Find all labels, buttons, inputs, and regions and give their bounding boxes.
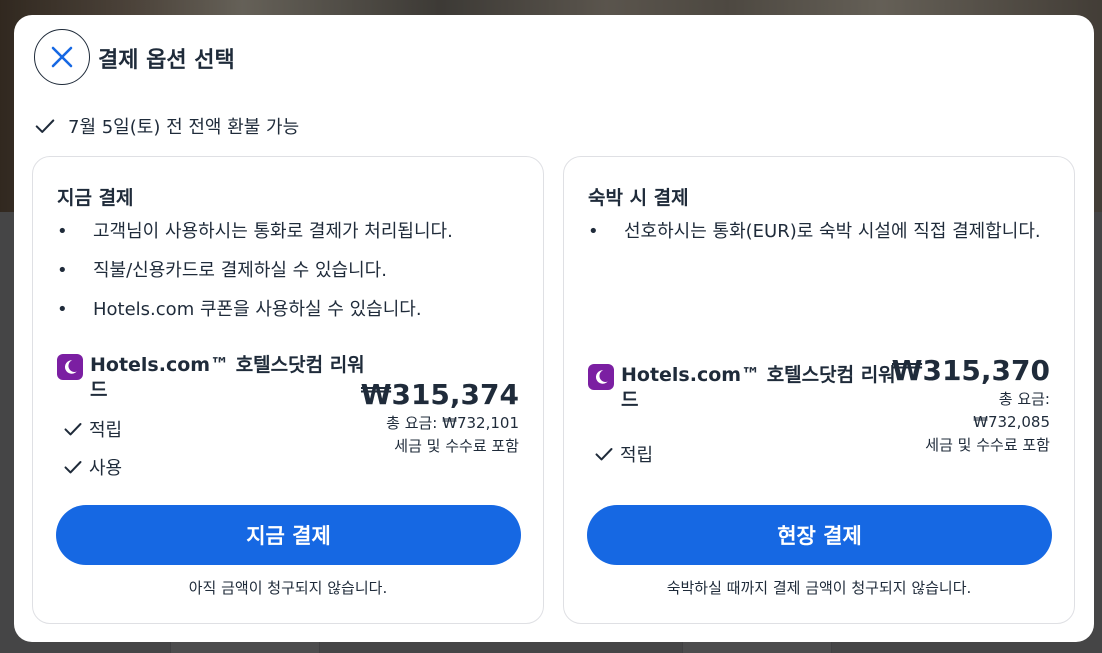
pay-at-property-option: 숙박 시 결제 • 선호하시는 통화(EUR)로 숙박 시설에 직접 결제합니다.… bbox=[563, 156, 1075, 624]
checkmark-icon bbox=[64, 461, 82, 474]
checkmark-icon bbox=[64, 423, 82, 436]
moon-icon bbox=[57, 354, 83, 380]
rewards-program-name: Hotels.com™ 호텔스닷컴 리워드 bbox=[621, 364, 896, 411]
close-button[interactable] bbox=[34, 29, 90, 85]
option-heading: 숙박 시 결제 bbox=[588, 187, 689, 209]
pay-now-option: 지금 결제 • 고객님이 사용하시는 통화로 결제가 처리됩니다. • 직불/신용카… bbox=[32, 156, 544, 624]
checkmark-icon bbox=[35, 119, 55, 133]
total-label: 총 요금: bbox=[998, 390, 1050, 408]
rewards-section: Hotels.com™ 호텔스닷컴 리워드 적립 사용 bbox=[57, 353, 377, 480]
reward-use: 사용 bbox=[63, 454, 377, 480]
checkmark-icon bbox=[595, 448, 613, 461]
charge-note: 숙박하실 때까지 결제 금액이 청구되지 않습니다. bbox=[666, 579, 972, 597]
list-item: • 고객님이 사용하시는 통화로 결제가 처리됩니다. bbox=[57, 221, 453, 242]
option-heading: 지금 결제 bbox=[57, 187, 134, 209]
total-price: ₩732,085 bbox=[973, 413, 1050, 431]
list-item: • Hotels.com 쿠폰을 사용하실 수 있습니다. bbox=[57, 299, 422, 320]
benefits-list: • 고객님이 사용하시는 통화로 결제가 처리됩니다. • 직불/신용카드로 결제하… bbox=[57, 219, 527, 336]
price-block: ₩315,370 총 요금: ₩732,085 세금 및 수수료 포함 bbox=[892, 354, 1050, 457]
rewards-section: Hotels.com™ 호텔스닷컴 리워드 적립 bbox=[588, 363, 908, 467]
reward-earn: 적립 bbox=[63, 416, 377, 442]
list-item: • 선호하시는 통화(EUR)로 숙박 시설에 직접 결제합니다. bbox=[588, 221, 1041, 242]
close-icon bbox=[51, 46, 73, 68]
nightly-price: ₩315,370 bbox=[891, 354, 1050, 387]
nightly-price: ₩315,374 bbox=[360, 378, 519, 411]
reward-earn: 적립 bbox=[594, 441, 908, 467]
total-price: 총 요금: ₩732,101 bbox=[386, 414, 519, 432]
refund-policy: 7월 5일(토) 전 전액 환불 가능 bbox=[34, 113, 299, 139]
benefits-list: • 선호하시는 통화(EUR)로 숙박 시설에 직접 결제합니다. bbox=[588, 219, 1058, 258]
dialog-title: 결제 옵션 선택 bbox=[98, 48, 235, 73]
pay-at-property-button[interactable]: 현장 결제 bbox=[587, 505, 1052, 565]
tax-note: 세금 및 수수료 포함 bbox=[394, 437, 519, 455]
price-block: ₩315,374 총 요금: ₩732,101 세금 및 수수료 포함 bbox=[361, 378, 519, 458]
refund-text: 7월 5일(토) 전 전액 환불 가능 bbox=[68, 117, 300, 138]
rewards-program-name: Hotels.com™ 호텔스닷컴 리워드 bbox=[90, 354, 365, 401]
list-item: • 직불/신용카드로 결제하실 수 있습니다. bbox=[57, 260, 387, 281]
payment-options-dialog: 결제 옵션 선택 7월 5일(토) 전 전액 환불 가능 지금 결제 • 고객님이… bbox=[14, 15, 1094, 642]
charge-note: 아직 금액이 청구되지 않습니다. bbox=[188, 579, 388, 597]
tax-note: 세금 및 수수료 포함 bbox=[925, 436, 1050, 454]
moon-icon bbox=[588, 364, 614, 390]
pay-now-button[interactable]: 지금 결제 bbox=[56, 505, 521, 565]
